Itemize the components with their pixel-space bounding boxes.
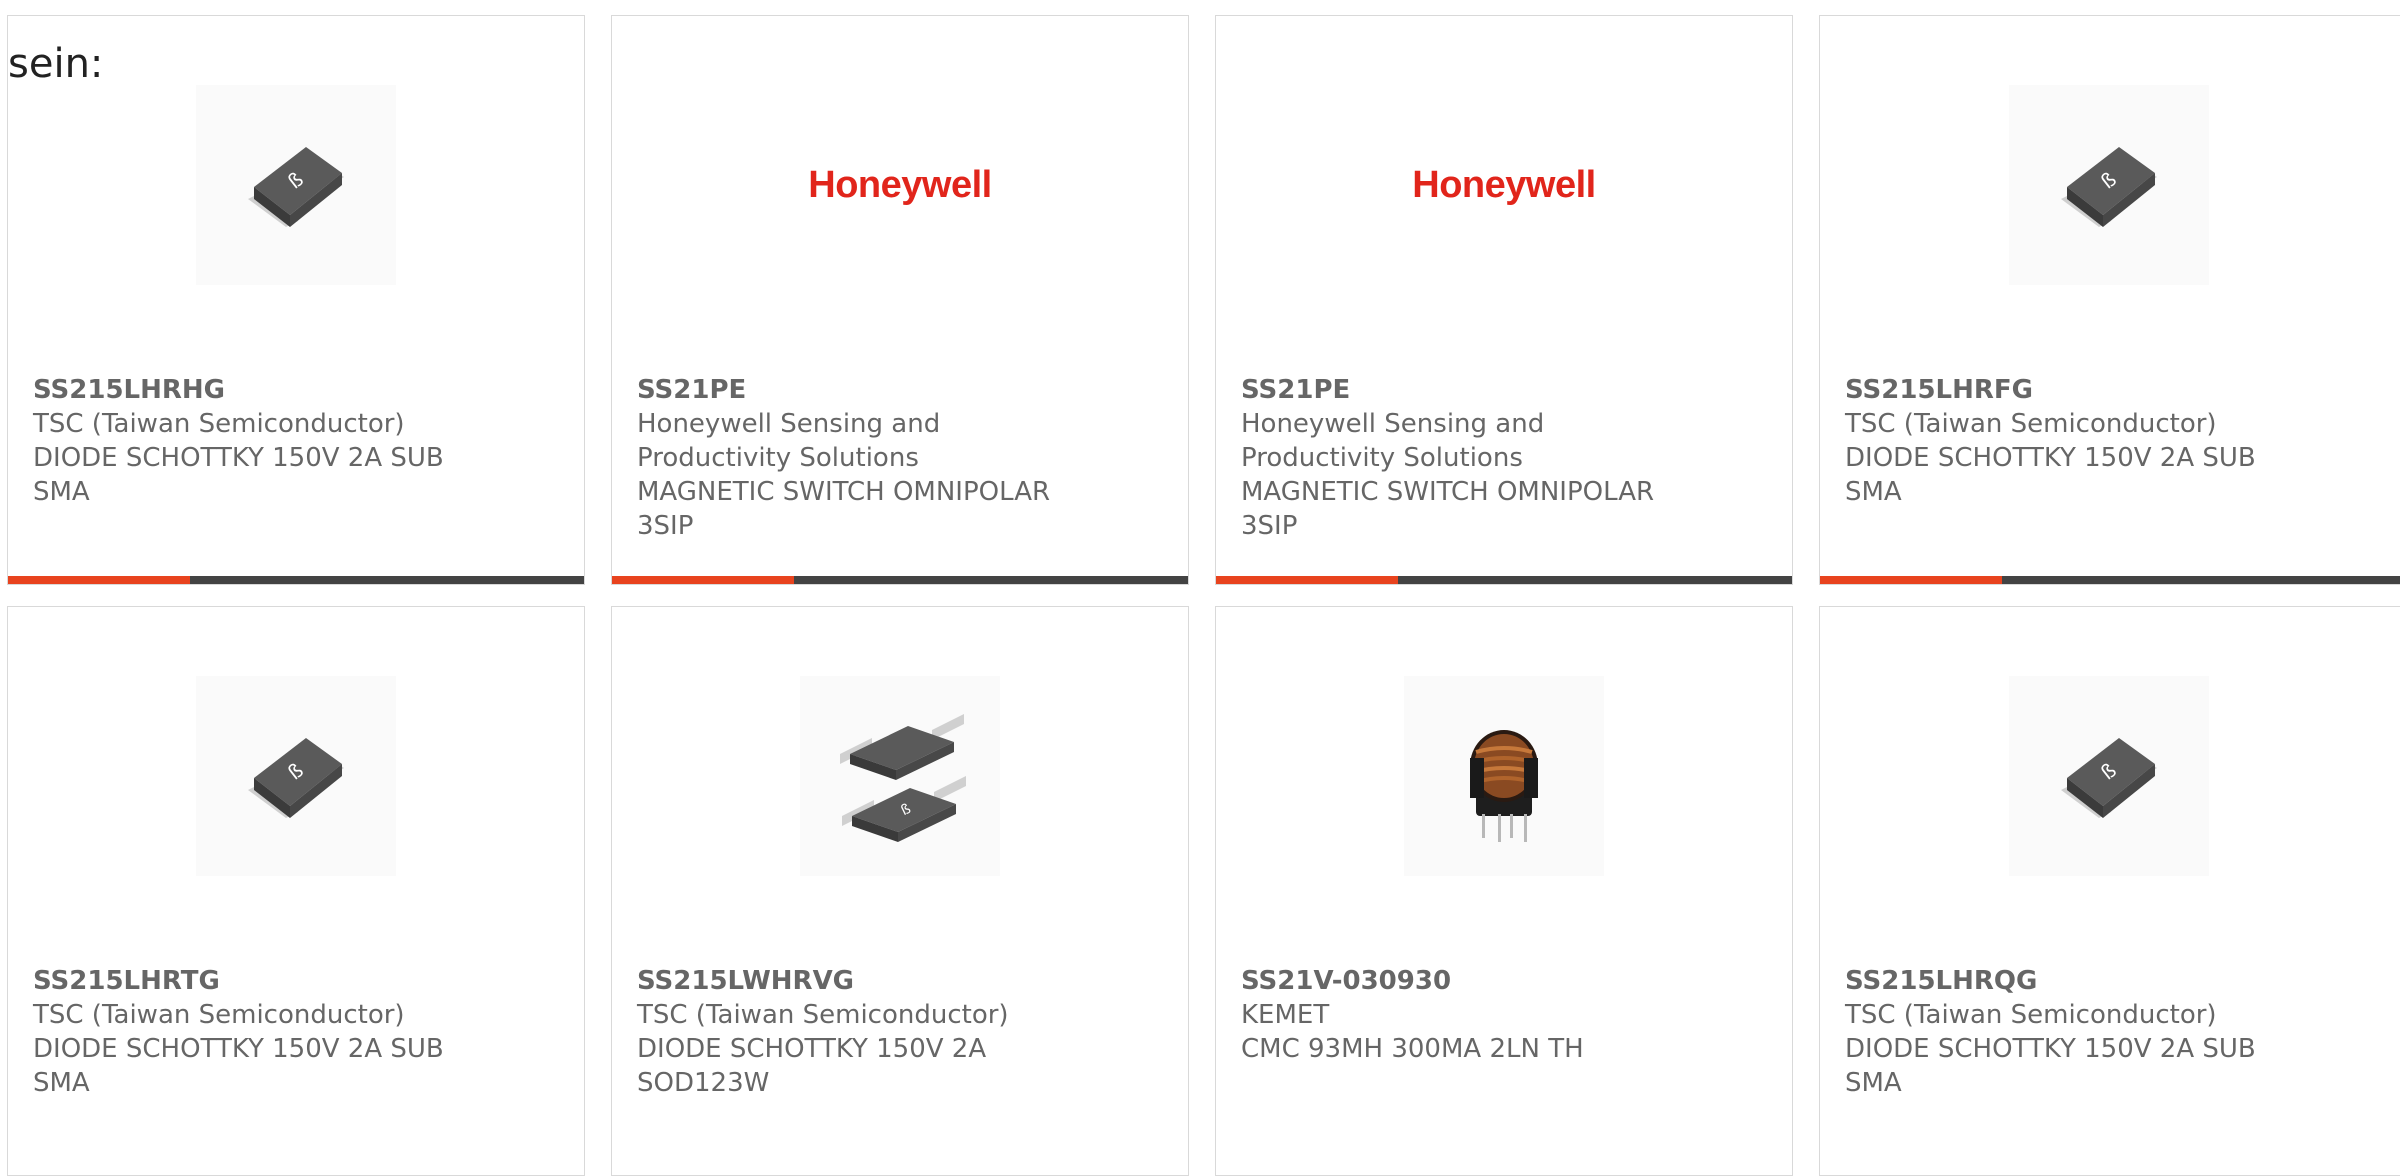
product-card[interactable]: ß SS215LHRQG TSC (Taiwan Semiconductor) … — [1819, 606, 2400, 1176]
product-card[interactable]: ß SS215LHRHG TSC (Taiwan Semiconductor) … — [7, 15, 585, 585]
product-image[interactable]: Honeywell — [800, 85, 1000, 285]
part-number[interactable]: SS21V-030930 — [1241, 964, 1681, 998]
description: MAGNETIC SWITCH OMNIPOLAR 3SIP — [637, 477, 1051, 541]
manufacturer: TSC (Taiwan Semiconductor) — [637, 1000, 1009, 1030]
product-image[interactable]: ß — [2009, 85, 2209, 285]
sma-diode-icon: ß — [2061, 147, 2157, 227]
manufacturer: TSC (Taiwan Semiconductor) — [33, 409, 405, 439]
card-bar — [8, 576, 584, 584]
part-number[interactable]: SS215LHRHG — [33, 373, 473, 407]
description: MAGNETIC SWITCH OMNIPOLAR 3SIP — [1241, 477, 1655, 541]
product-image[interactable]: ß — [196, 676, 396, 876]
manufacturer: TSC (Taiwan Semiconductor) — [33, 1000, 405, 1030]
sma-diode-icon: ß — [2061, 738, 2157, 818]
product-card[interactable]: ß SS215LHRFG TSC (Taiwan Semiconductor) … — [1819, 15, 2400, 585]
honeywell-logo: Honeywell — [808, 163, 992, 206]
product-card[interactable]: ß SS215LWHRVG TSC (Taiwan Semiconductor)… — [611, 606, 1189, 1176]
card-bar — [1216, 576, 1792, 584]
part-number[interactable]: SS215LHRFG — [1845, 373, 2285, 407]
part-number[interactable]: SS215LHRQG — [1845, 964, 2285, 998]
product-card[interactable]: SS21V-030930 KEMET CMC 93MH 300MA 2LN TH — [1215, 606, 1793, 1176]
sod123w-diode-icon: ß — [840, 714, 966, 842]
description: DIODE SCHOTTKY 150V 2A SOD123W — [637, 1034, 987, 1098]
manufacturer: KEMET — [1241, 1000, 1330, 1030]
product-image[interactable]: Honeywell — [1404, 85, 1604, 285]
honeywell-logo: Honeywell — [1412, 163, 1596, 206]
description: CMC 93MH 300MA 2LN TH — [1241, 1034, 1584, 1064]
description: DIODE SCHOTTKY 150V 2A SUB SMA — [1845, 443, 2256, 507]
card-bar — [612, 576, 1188, 584]
product-image[interactable]: ß — [800, 676, 1000, 876]
product-card[interactable]: Honeywell SS21PE Honeywell Sensing and P… — [1215, 15, 1793, 585]
manufacturer: Honeywell Sensing and Productivity Solut… — [637, 409, 941, 473]
card-bar — [1820, 576, 2400, 584]
product-image[interactable]: ß — [196, 85, 396, 285]
product-card[interactable]: Honeywell SS21PE Honeywell Sensing and P… — [611, 15, 1189, 585]
description: DIODE SCHOTTKY 150V 2A SUB SMA — [1845, 1034, 2256, 1098]
part-number[interactable]: SS21PE — [637, 373, 1077, 407]
description: DIODE SCHOTTKY 150V 2A SUB SMA — [33, 1034, 444, 1098]
part-number[interactable]: SS215LWHRVG — [637, 964, 1077, 998]
part-number[interactable]: SS215LHRTG — [33, 964, 473, 998]
manufacturer: TSC (Taiwan Semiconductor) — [1845, 1000, 2217, 1030]
sma-diode-icon: ß — [248, 147, 344, 227]
product-image[interactable] — [1404, 676, 1604, 876]
sma-diode-icon: ß — [248, 738, 344, 818]
manufacturer: Honeywell Sensing and Productivity Solut… — [1241, 409, 1545, 473]
product-image[interactable]: ß — [2009, 676, 2209, 876]
product-card[interactable]: ß SS215LHRTG TSC (Taiwan Semiconductor) … — [7, 606, 585, 1176]
part-number[interactable]: SS21PE — [1241, 373, 1681, 407]
intro-text: sein: — [8, 41, 104, 87]
common-mode-choke-icon — [1470, 730, 1538, 842]
description: DIODE SCHOTTKY 150V 2A SUB SMA — [33, 443, 444, 507]
manufacturer: TSC (Taiwan Semiconductor) — [1845, 409, 2217, 439]
